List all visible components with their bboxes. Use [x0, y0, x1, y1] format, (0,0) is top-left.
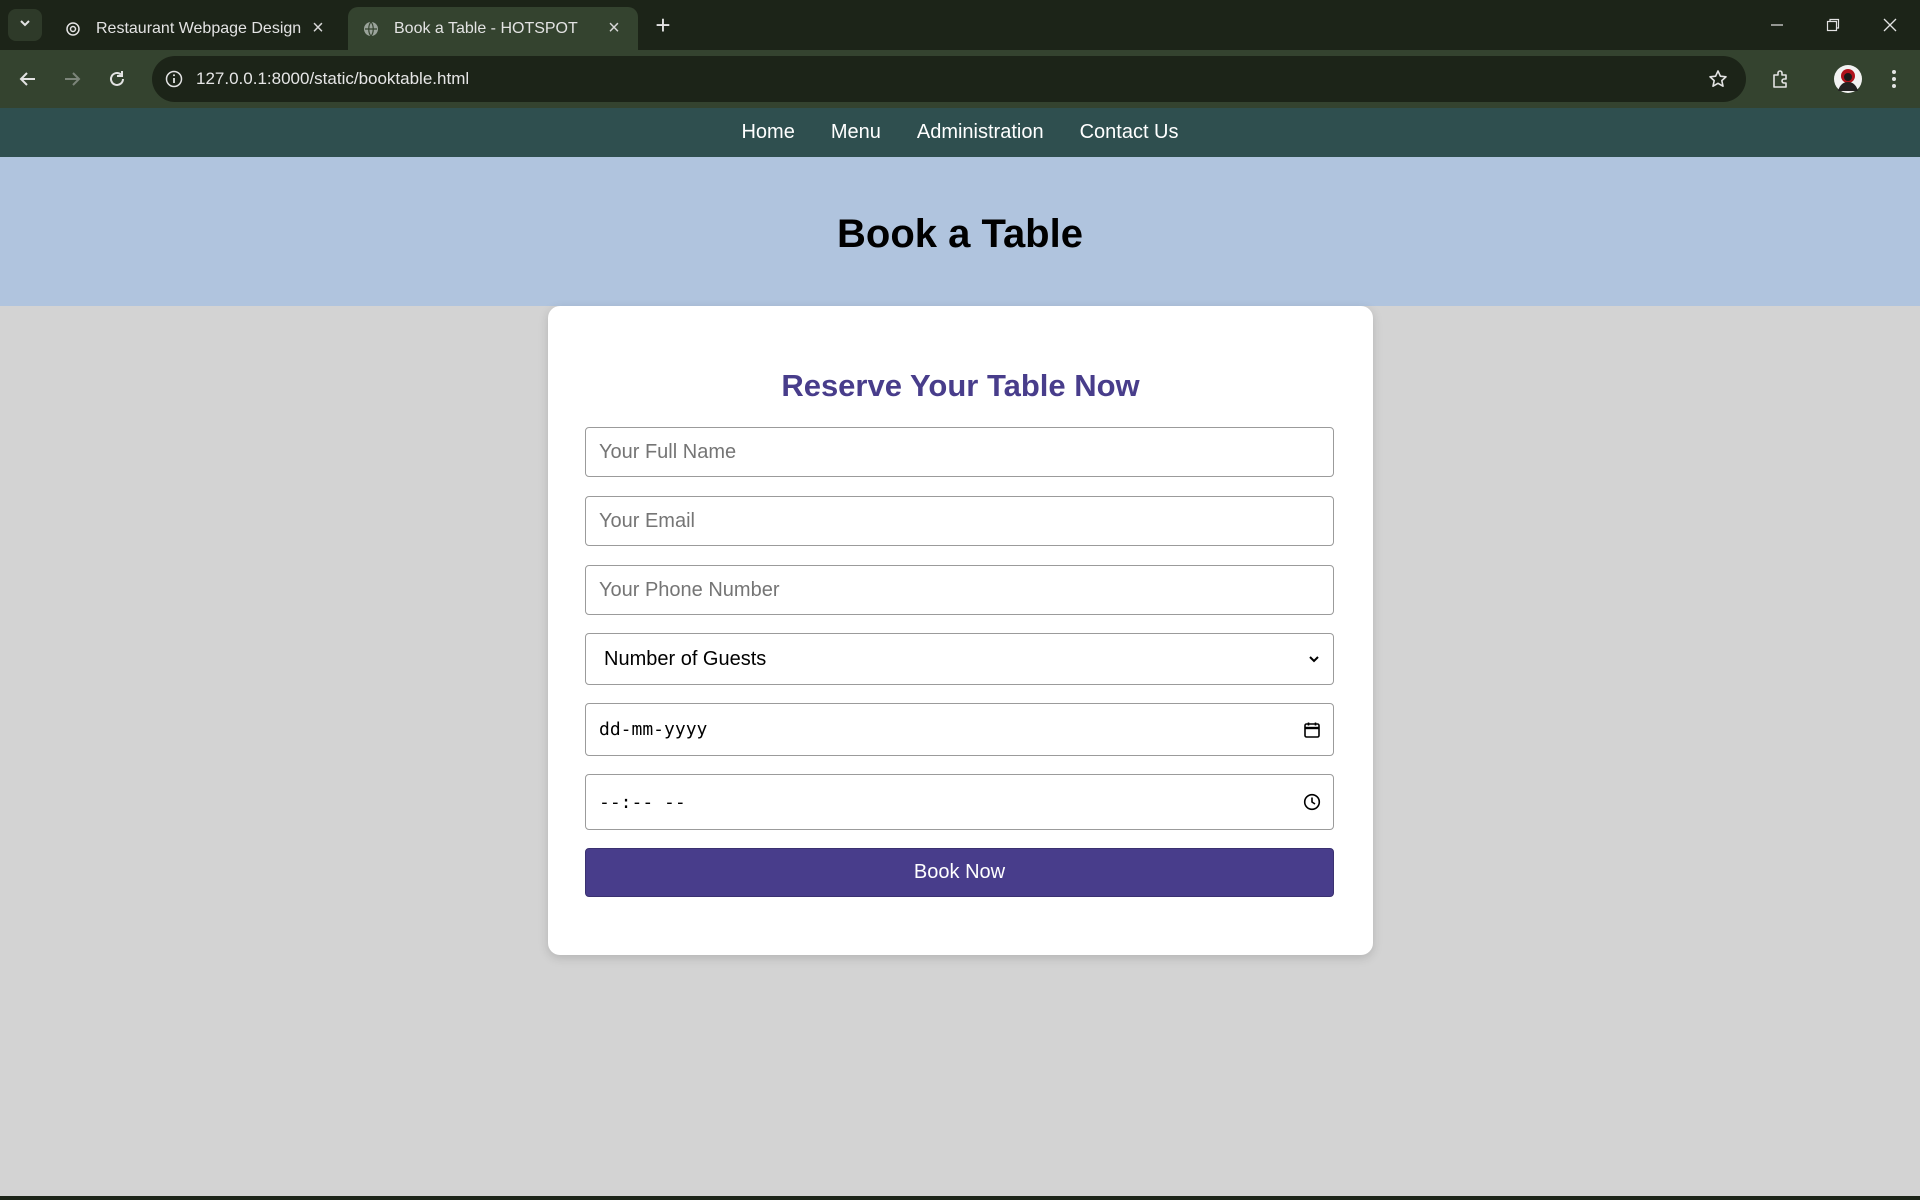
site-info-icon[interactable]: [162, 67, 186, 91]
book-now-button[interactable]: Book Now: [585, 848, 1334, 897]
back-icon[interactable]: [12, 63, 44, 95]
calendar-icon[interactable]: [1303, 721, 1321, 739]
time-input[interactable]: --:-- --: [585, 774, 1334, 830]
chevron-down-icon: [18, 16, 32, 35]
extensions-icon[interactable]: [1765, 63, 1797, 95]
bookmark-star-icon[interactable]: [1706, 67, 1730, 91]
tab-list-button[interactable]: [8, 9, 42, 41]
more-options-icon[interactable]: [1878, 63, 1910, 95]
guests-select[interactable]: Number of Guests: [585, 633, 1334, 685]
time-placeholder: --:-- --: [599, 791, 686, 813]
full-name-input[interactable]: Your Full Name: [585, 427, 1334, 477]
booking-form-card: Reserve Your Table Now Your Full Name Yo…: [548, 306, 1373, 955]
tab-book-a-table[interactable]: Book a Table - HOTSPOT ×: [348, 7, 638, 50]
page-header: Book a Table: [0, 157, 1920, 306]
globe-icon: [362, 20, 380, 38]
profile-avatar[interactable]: [1832, 63, 1864, 95]
site-navigation: Home Menu Administration Contact Us: [0, 108, 1920, 157]
openai-icon: [64, 20, 82, 38]
browser-tab-bar: Restaurant Webpage Design × Book a Table…: [0, 0, 1920, 50]
guests-selected-value: Number of Guests: [604, 647, 767, 670]
nav-administration-link[interactable]: Administration: [899, 121, 1062, 144]
nav-menu-link[interactable]: Menu: [813, 121, 899, 144]
date-input[interactable]: dd-mm-yyyy: [585, 703, 1334, 756]
close-window-icon[interactable]: [1873, 8, 1907, 42]
tab-title: Book a Table - HOTSPOT: [394, 19, 578, 37]
close-tab-icon[interactable]: ×: [604, 17, 624, 39]
window-bottom-edge: [0, 1196, 1920, 1200]
email-input[interactable]: Your Email: [585, 496, 1334, 546]
url-text: 127.0.0.1:8000/static/booktable.html: [196, 69, 470, 88]
reload-icon[interactable]: [101, 63, 133, 95]
tab-restaurant-webpage-design[interactable]: Restaurant Webpage Design ×: [50, 7, 342, 50]
restore-icon[interactable]: [1816, 8, 1850, 42]
phone-input[interactable]: Your Phone Number: [585, 565, 1334, 615]
browser-toolbar: 127.0.0.1:8000/static/booktable.html: [0, 50, 1920, 108]
phone-placeholder: Your Phone Number: [599, 578, 780, 601]
form-heading: Reserve Your Table Now: [781, 368, 1140, 403]
new-tab-button[interactable]: +: [650, 10, 676, 40]
nav-home-link[interactable]: Home: [723, 121, 812, 144]
full-name-placeholder: Your Full Name: [599, 440, 737, 463]
chevron-down-icon: [1307, 652, 1321, 666]
minimize-icon[interactable]: [1760, 8, 1794, 42]
tab-title: Restaurant Webpage Design: [96, 19, 302, 37]
address-bar[interactable]: 127.0.0.1:8000/static/booktable.html: [152, 56, 1746, 102]
page-title: Book a Table: [837, 212, 1083, 256]
close-tab-icon[interactable]: ×: [308, 17, 328, 39]
date-placeholder: dd-mm-yyyy: [599, 719, 708, 740]
nav-contact-us-link[interactable]: Contact Us: [1062, 121, 1197, 144]
forward-icon[interactable]: [56, 63, 88, 95]
email-placeholder: Your Email: [599, 509, 695, 532]
clock-icon[interactable]: [1303, 793, 1321, 811]
